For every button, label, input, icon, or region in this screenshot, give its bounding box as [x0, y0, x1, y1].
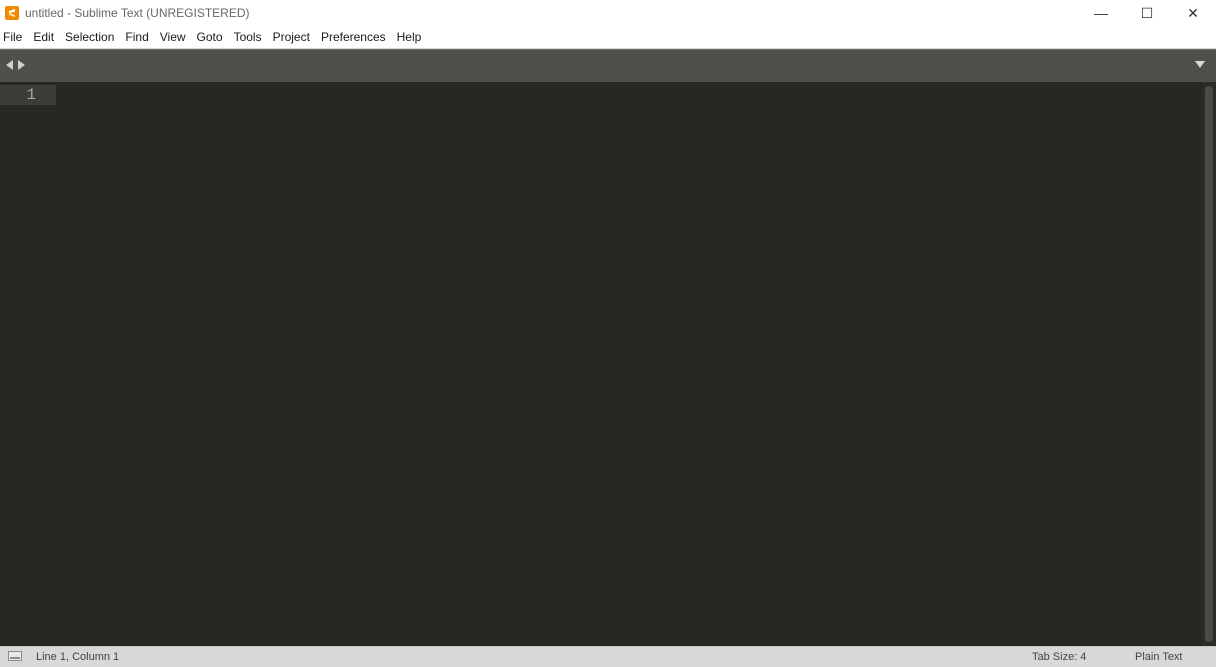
close-icon: ✕	[1187, 4, 1199, 21]
arrow-left-icon[interactable]	[6, 60, 13, 70]
minimize-button[interactable]: —	[1078, 0, 1124, 26]
menu-selection[interactable]: Selection	[61, 26, 121, 48]
line-number-gutter: 1	[0, 82, 56, 646]
cursor-position: Line 1, Column 1	[36, 651, 120, 663]
window-title: untitled - Sublime Text (UNREGISTERED)	[25, 6, 250, 20]
menu-bar: File Edit Selection Find View Goto Tools…	[0, 26, 1216, 49]
chevron-down-icon[interactable]	[1195, 61, 1205, 68]
minimize-icon: —	[1094, 5, 1108, 21]
sublime-text-logo-icon	[5, 6, 19, 20]
menu-file[interactable]: File	[0, 26, 29, 48]
arrow-right-icon[interactable]	[18, 60, 25, 70]
menu-goto[interactable]: Goto	[193, 26, 230, 48]
window-controls: — ☐ ✕	[1078, 0, 1216, 26]
tab-nav-arrows	[6, 60, 25, 70]
scrollbar-thumb[interactable]	[1205, 86, 1213, 642]
line-number: 1	[26, 86, 36, 104]
editor-area[interactable]: 1	[0, 82, 1216, 646]
menu-tools[interactable]: Tools	[230, 26, 269, 48]
status-bar: Line 1, Column 1 Tab Size: 4 Plain Text	[0, 646, 1216, 667]
maximize-button[interactable]: ☐	[1124, 0, 1170, 26]
syntax-selector[interactable]: Plain Text	[1135, 651, 1183, 663]
tab-bar	[0, 49, 1216, 83]
menu-help[interactable]: Help	[393, 26, 429, 48]
menu-project[interactable]: Project	[269, 26, 317, 48]
menu-find[interactable]: Find	[121, 26, 155, 48]
menu-preferences[interactable]: Preferences	[317, 26, 393, 48]
tab-size-selector[interactable]: Tab Size: 4	[1032, 651, 1086, 663]
maximize-icon: ☐	[1140, 4, 1154, 21]
panel-toggle-icon[interactable]	[8, 651, 22, 661]
menu-edit[interactable]: Edit	[29, 26, 61, 48]
menu-view[interactable]: View	[156, 26, 193, 48]
title-bar: untitled - Sublime Text (UNREGISTERED) —…	[0, 0, 1216, 26]
close-button[interactable]: ✕	[1170, 0, 1216, 26]
vertical-scrollbar[interactable]	[1202, 82, 1216, 646]
